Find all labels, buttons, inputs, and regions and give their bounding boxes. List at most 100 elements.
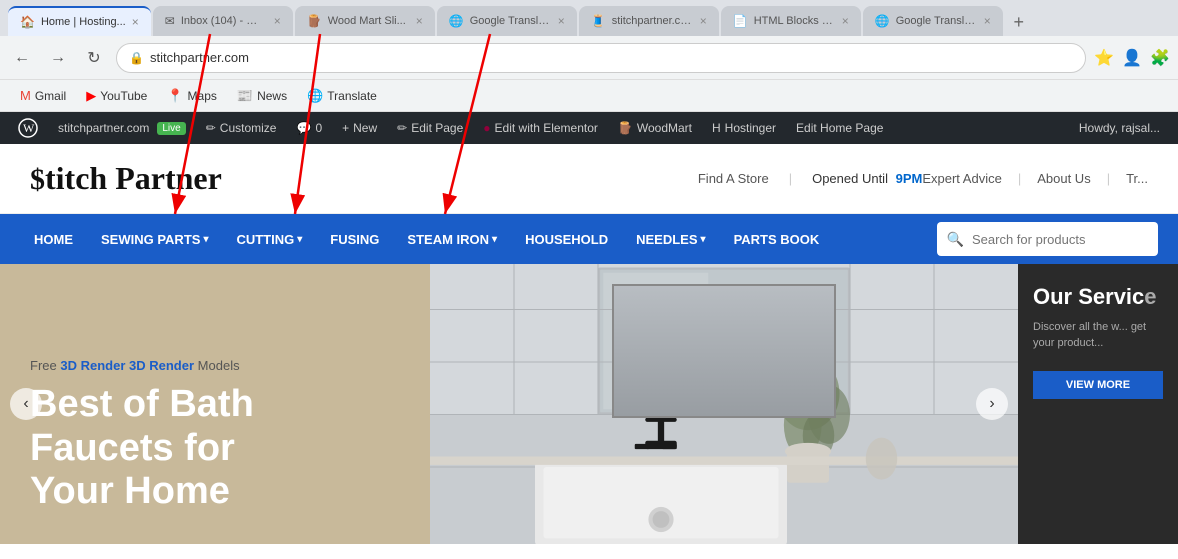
tab-html[interactable]: 📄 HTML Blocks <S... × [721,6,861,36]
nav-parts-book-label: PARTS BOOK [734,232,820,247]
pencil-icon: ✏ [206,121,216,135]
gmail-icon: M [20,88,31,103]
extensions-icon[interactable]: 🧩 [1150,48,1170,68]
nav-fusing[interactable]: FUSING [316,214,393,264]
wp-new[interactable]: + New [332,112,387,144]
tab-label: Home | Hosting... [41,16,126,28]
hostinger-icon: H [712,121,721,135]
view-more-button[interactable]: VIEW MORE [1033,371,1163,399]
wp-elementor[interactable]: ● Edit with Elementor [473,112,608,144]
tab-close-icon[interactable]: × [274,14,281,28]
expert-advice-link[interactable]: Expert Advice [922,171,1002,186]
nav-steam-iron-label: STEAM IRON [407,232,489,247]
wp-edit-page[interactable]: ✏ Edit Page [387,112,473,144]
nav-needles-label: NEEDLES [636,232,697,247]
hero-center-image: › [430,264,1018,544]
hero-next-button[interactable]: › [976,388,1008,420]
chevron-down-icon: ▾ [203,234,208,245]
wp-comments[interactable]: 💬 0 [286,112,332,144]
bookmark-translate[interactable]: 🌐 Translate [299,85,385,107]
edit-home-label: Edit Home Page [796,121,883,135]
tab-close-icon[interactable]: × [842,14,849,28]
wp-logo[interactable]: W [8,112,48,144]
comment-icon: 💬 [296,121,311,135]
tab-label: Inbox (104) - su... [181,15,261,27]
wp-edit-home[interactable]: Edit Home Page [786,112,893,144]
hero-left-panel: ‹ Free 3D Render 3D Render Models Best o… [0,264,430,544]
nav-fusing-label: FUSING [330,232,379,247]
maps-icon: 📍 [167,88,183,104]
youtube-icon: ▶ [86,88,96,104]
address-input[interactable]: 🔒 stitchpartner.com [116,43,1086,73]
tab-favicon: 🧵 [591,14,606,28]
address-actions: ⭐ 👤 🧩 [1094,48,1170,68]
wp-customize[interactable]: ✏ Customize [196,112,287,144]
bookmark-news[interactable]: 📰 News [229,85,295,107]
tab-stitchpartner[interactable]: 🧵 stitchpartner.co... × [579,6,719,36]
nav-home-label: HOME [34,232,73,247]
customize-label: Customize [220,121,277,135]
hero-prev-button[interactable]: ‹ [10,388,42,420]
reload-button[interactable]: ↻ [80,44,108,72]
site-header: $titch Partner Find A Store | Opened Unt… [0,144,1178,214]
nav-sewing-parts-label: SEWING PARTS [101,232,200,247]
search-icon: 🔍 [947,231,964,248]
bookmark-gmail[interactable]: M Gmail [12,85,74,106]
about-us-link[interactable]: About Us [1037,171,1090,186]
tab-woodmart[interactable]: 🪵 Wood Mart Sli... × [295,6,435,36]
bookmark-youtube[interactable]: ▶ YouTube [78,85,155,107]
bookmark-maps[interactable]: 📍 Maps [159,85,225,107]
nav-home[interactable]: HOME [20,214,87,264]
render-label: 3D Render [60,358,125,373]
new-tab-button[interactable]: + [1005,8,1033,36]
bookmark-label: YouTube [100,89,147,103]
woodmart-label: WoodMart [637,121,692,135]
bookmark-star-icon[interactable]: ⭐ [1094,48,1114,68]
bookmark-label: Maps [188,89,217,103]
nav-sewing-parts[interactable]: SEWING PARTS ▾ [87,214,222,264]
tab-favicon: 🪵 [307,14,322,28]
find-store-link[interactable]: Find A Store [698,171,769,186]
url-text: stitchpartner.com [150,50,249,65]
wp-hostinger[interactable]: H Hostinger [702,112,786,144]
wp-site-name[interactable]: stitchpartner.com Live [48,112,196,144]
tab-close-icon[interactable]: × [132,15,139,29]
hero-free-text: Free 3D Render 3D Render Models [30,358,400,373]
nav-parts-book[interactable]: PARTS BOOK [720,214,834,264]
models-label: Models [198,358,240,373]
tab-close-icon[interactable]: × [700,14,707,28]
more-link[interactable]: Tr... [1126,171,1148,186]
back-button[interactable]: ← [8,44,36,72]
nav-household[interactable]: HOUSEHOLD [511,214,622,264]
tab-favicon: 🏠 [20,15,35,29]
nav-cutting-label: CUTTING [236,232,294,247]
wp-woodmart[interactable]: 🪵 WoodMart [608,112,702,144]
tab-close-icon[interactable]: × [416,14,423,28]
hero-title-line1: Best of Bath [30,383,400,427]
nav-needles[interactable]: NEEDLES ▾ [622,214,719,264]
nav-steam-iron[interactable]: STEAM IRON ▾ [393,214,511,264]
tab-translate1[interactable]: 🌐 Google Translat... × [437,6,577,36]
search-box[interactable]: 🔍 [937,222,1158,256]
chevron-down-icon: ▾ [701,234,706,245]
free-label: Free [30,358,57,373]
new-label: New [353,121,377,135]
header-center: Find A Store | Opened Until 9PM [698,171,922,186]
tab-close-icon[interactable]: × [558,14,565,28]
hostinger-label: Hostinger [725,121,776,135]
comments-count: 0 [315,121,322,135]
chevron-down-icon: ▾ [492,234,497,245]
tab-translate2[interactable]: 🌐 Google Translat... × [863,6,1003,36]
site-logo[interactable]: $titch Partner [30,160,698,197]
tab-inbox[interactable]: ✉ Inbox (104) - su... × [153,6,293,36]
nav-cutting[interactable]: CUTTING ▾ [222,214,316,264]
tab-active[interactable]: 🏠 Home | Hosting... × [8,6,151,36]
tab-favicon: ✉ [165,14,175,28]
tab-close-icon[interactable]: × [984,14,991,28]
elementor-label: Edit with Elementor [495,121,598,135]
forward-button[interactable]: → [44,44,72,72]
chevron-down-icon: ▾ [297,234,302,245]
profile-icon[interactable]: 👤 [1122,48,1142,68]
opened-label: Opened Until [812,171,888,186]
search-input[interactable] [972,232,1148,247]
